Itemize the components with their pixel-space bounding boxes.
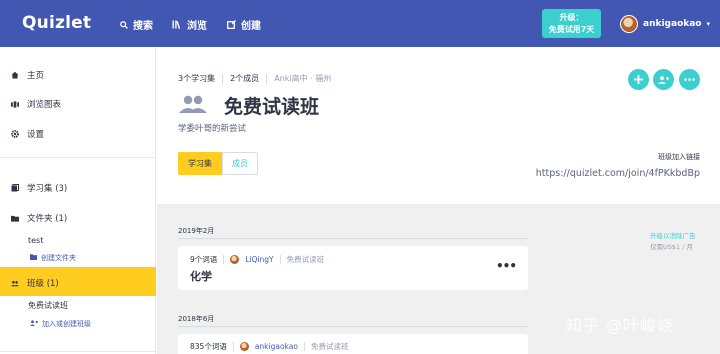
- folder-plus-icon: [30, 254, 37, 262]
- sidebar-item-label: 文件夹 (1): [27, 214, 68, 224]
- folder-icon: [11, 214, 19, 222]
- create-icon: [227, 20, 236, 29]
- card-meta: 835个词语 ankigaokao 免费试读班: [190, 341, 348, 352]
- home-icon: [11, 71, 19, 79]
- tab-study-sets[interactable]: 学习集: [178, 152, 222, 175]
- sidebar-divider: [0, 157, 156, 158]
- sidebar-divider: [0, 351, 156, 352]
- join-link-url[interactable]: https://quizlet.com/join/4fPKkbdBp: [536, 168, 700, 179]
- study-sets-icon: [11, 184, 19, 192]
- card-meta: 9个词语 LiQingY 免费试读班: [190, 254, 324, 265]
- search-nav-item[interactable]: 搜索: [120, 17, 153, 32]
- sidebar-class-item[interactable]: 免费试读班: [28, 300, 68, 311]
- remove-ads-link[interactable]: 升级以消除广告: [650, 230, 696, 240]
- sidebar-item-browse-charts[interactable]: 浏览图表: [11, 98, 61, 110]
- card-class-name: 免费试读班: [310, 342, 349, 351]
- chevron-down-icon: ▾: [706, 20, 711, 28]
- search-icon: [120, 20, 128, 29]
- avatar: [620, 15, 638, 33]
- quizlet-logo[interactable]: Quizlet: [22, 13, 91, 33]
- tab-members[interactable]: 成员: [222, 152, 258, 175]
- add-user-icon: [658, 75, 669, 84]
- sidebar-item-study-sets[interactable]: 学习集 (3): [11, 182, 67, 194]
- join-link-label: 班级加入链接: [658, 153, 700, 161]
- user-menu[interactable]: ankigaokao ▾: [620, 15, 710, 33]
- meta-divider: [223, 255, 225, 264]
- class-header: 3个学习集 2个成员 Anki高中 · 福州 免费试读班 学委叶哥的新尝试 学习…: [157, 47, 720, 204]
- sidebar-item-label: 学习集 (3): [27, 184, 68, 194]
- month-divider: [178, 326, 528, 327]
- sidebar-folder-test[interactable]: test: [28, 236, 43, 245]
- sidebar-item-label: 班级 (1): [27, 279, 59, 289]
- ellipsis-icon: [684, 78, 695, 81]
- meta-divider: [279, 255, 281, 264]
- gear-icon: [11, 130, 19, 138]
- month-heading: 2018年6月: [178, 315, 215, 323]
- card-more-icon[interactable]: •••: [496, 259, 517, 273]
- sidebar: 主页 浏览图表 设置 学习集 (3) 文件夹 (1) test 创建文件夹 班级…: [0, 47, 156, 354]
- sidebar-item-folders[interactable]: 文件夹 (1): [11, 212, 67, 224]
- upgrade-button[interactable]: 升级： 免费试用7天: [542, 9, 601, 38]
- username: ankigaokao: [643, 19, 702, 29]
- plus-icon: [634, 75, 643, 84]
- browse-nav-item[interactable]: 浏览: [172, 17, 207, 32]
- upgrade-line-1: 升级：: [559, 13, 584, 22]
- sidebar-item-label: 设置: [27, 130, 45, 140]
- watermark-text: 知乎 @叶峻峣: [566, 316, 675, 335]
- card-class-name: 免费试读班: [286, 255, 325, 264]
- month-divider: [178, 238, 528, 239]
- class-meta: 3个学习集 2个成员 Anki高中 · 福州: [178, 73, 331, 84]
- create-folder-label: 创建文件夹: [41, 254, 76, 262]
- members-count: 2个成员: [230, 74, 260, 83]
- creator-link[interactable]: ankigaokao: [255, 342, 298, 351]
- sidebar-item-classes[interactable]: 班级 (1): [11, 277, 59, 289]
- study-set-card[interactable]: 9个词语 LiQingY 免费试读班 化学 •••: [178, 246, 528, 290]
- sidebar-item-settings[interactable]: 设置: [11, 128, 44, 140]
- search-label: 搜索: [133, 21, 153, 32]
- study-set-card[interactable]: 835个词语 ankigaokao 免费试读班: [178, 334, 528, 354]
- page-title: 免费试读班: [224, 96, 320, 118]
- add-class-icon: [30, 320, 38, 328]
- charts-icon: [11, 100, 19, 108]
- add-member-button[interactable]: [653, 69, 674, 90]
- browse-label: 浏览: [187, 21, 207, 32]
- create-folder-link[interactable]: 创建文件夹: [30, 253, 76, 263]
- sidebar-item-home[interactable]: 主页: [11, 69, 44, 81]
- class-description: 学委叶哥的新尝试: [178, 124, 247, 134]
- sidebar-item-label: 浏览图表: [27, 100, 62, 110]
- term-count: 835个词语: [190, 342, 227, 351]
- create-label: 创建: [241, 21, 261, 32]
- avatar: [239, 342, 249, 351]
- more-options-button[interactable]: [679, 69, 700, 90]
- sidebar-item-label: 主页: [27, 71, 45, 81]
- join-class-label: 加入或创建班级: [42, 320, 91, 328]
- meta-divider: [303, 342, 305, 351]
- class-icon: [11, 279, 19, 287]
- meta-divider: [266, 73, 268, 84]
- class-title-row: 免费试读班: [178, 92, 319, 119]
- study-set-title[interactable]: 化学: [190, 268, 212, 284]
- class-tabs: 学习集 成员: [178, 152, 258, 175]
- sets-count: 3个学习集: [178, 74, 216, 83]
- meta-divider: [232, 342, 234, 351]
- meta-divider: [222, 73, 224, 84]
- creator-link[interactable]: LiQingY: [245, 255, 273, 264]
- school-name: Anki高中 · 福州: [274, 74, 332, 83]
- add-set-button[interactable]: [628, 69, 649, 90]
- library-icon: [172, 20, 181, 29]
- class-group-icon: [178, 95, 208, 117]
- term-count: 9个词语: [190, 255, 218, 264]
- ad-price-text: 仅需US$1 / 月: [650, 243, 693, 251]
- avatar: [230, 255, 240, 264]
- month-heading: 2019年2月: [178, 227, 215, 235]
- join-create-class-link[interactable]: 加入或创建班级: [30, 319, 91, 329]
- upgrade-line-2: 免费试用7天: [548, 25, 595, 34]
- create-nav-item[interactable]: 创建: [227, 17, 261, 32]
- top-navigation-bar: Quizlet 搜索 浏览 创建 升级： 免费试用7天 ankigaokao ▾: [0, 0, 720, 47]
